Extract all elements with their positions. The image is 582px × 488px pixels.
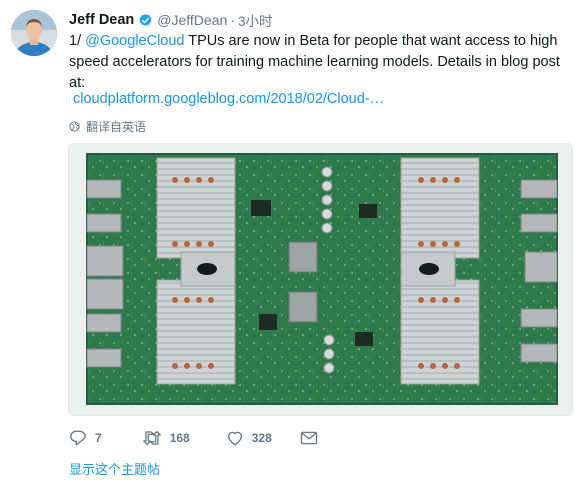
reply-icon bbox=[70, 430, 86, 446]
mention-link[interactable]: @GoogleCloud bbox=[85, 33, 184, 49]
author-name[interactable]: Jeff Dean bbox=[69, 12, 134, 28]
tweet-text-prefix: 1/ bbox=[69, 33, 86, 49]
translate-tweet-button[interactable]: 翻译自英语 bbox=[69, 118, 146, 134]
show-thread-link[interactable]: 显示这个主题帖 bbox=[69, 459, 160, 478]
reply-button[interactable]: 7 bbox=[69, 429, 102, 447]
tweet-actions: 7 168 328 bbox=[69, 428, 356, 448]
author-handle[interactable]: @JeffDean bbox=[157, 12, 227, 28]
tweet-header: Jeff Dean @JeffDean · 3小时 bbox=[69, 10, 272, 30]
blog-post-link[interactable]: cloudplatform.googleblog.com/2018/02/Clo… bbox=[73, 91, 384, 107]
tweet-timestamp[interactable]: 3小时 bbox=[238, 10, 273, 30]
retweet-button[interactable]: 168 bbox=[142, 429, 190, 447]
translate-label: 翻译自英语 bbox=[86, 119, 147, 134]
reply-count: 7 bbox=[95, 431, 102, 445]
direct-message-button[interactable] bbox=[300, 430, 326, 446]
separator-dot: · bbox=[230, 12, 235, 28]
verified-badge-icon bbox=[138, 13, 153, 28]
avatar[interactable] bbox=[11, 10, 57, 56]
tweet-text: 1/ @GoogleCloud TPUs are now in Beta for… bbox=[69, 31, 577, 94]
envelope-icon bbox=[300, 431, 317, 445]
like-count: 328 bbox=[251, 431, 272, 445]
retweet-icon bbox=[142, 430, 161, 446]
retweet-count: 168 bbox=[169, 431, 190, 445]
heart-icon bbox=[227, 431, 242, 446]
like-button[interactable]: 328 bbox=[226, 429, 272, 447]
globe-icon bbox=[69, 120, 80, 132]
tweet-media-image[interactable] bbox=[68, 143, 573, 416]
